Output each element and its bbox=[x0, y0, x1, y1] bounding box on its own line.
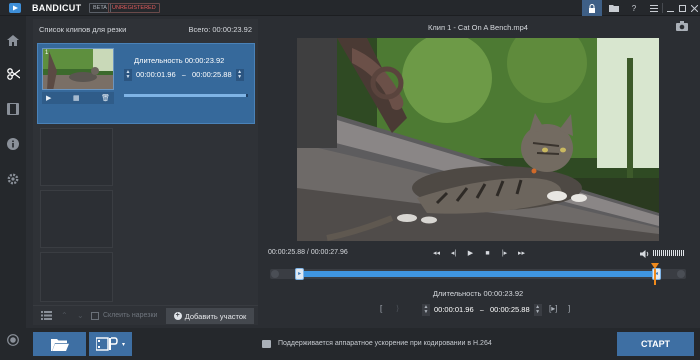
list-settings-icon[interactable] bbox=[41, 311, 52, 322]
player-panel: Клип 1 - Cat On A Bench.mp4 00:00:25.88 … bbox=[264, 19, 692, 325]
app-logo-icon bbox=[9, 3, 21, 13]
clip-time-range: ▲ ▼ 00:00:01.96 ~ 00:00:25.88 ▲ ▼ bbox=[124, 69, 244, 81]
output-format-button[interactable]: ▾ bbox=[89, 332, 132, 356]
thumbnail-controls: ▶ ▦ 🗑 bbox=[42, 92, 114, 104]
settings-icon[interactable] bbox=[5, 171, 21, 187]
menu-icon[interactable] bbox=[644, 0, 664, 16]
clip-thumbnail[interactable]: 1 bbox=[42, 48, 114, 90]
film-icon[interactable] bbox=[5, 101, 21, 117]
timeline-track[interactable]: ▸ ◂ bbox=[270, 263, 686, 285]
bottom-bar: ▾ Поддерживается аппаратное ускорение пр… bbox=[26, 328, 700, 360]
dropdown-arrow-icon: ▾ bbox=[121, 341, 125, 348]
playback-controls: ◂◂ ◂| ▶ ■ |▸ ▸▸ bbox=[432, 247, 526, 259]
start-stepper[interactable]: ▲ ▼ bbox=[124, 69, 132, 81]
go-to-end-icon[interactable]: ▸▸ bbox=[517, 247, 526, 259]
timeline-end-cap bbox=[677, 270, 685, 278]
play-icon[interactable]: ▶ bbox=[46, 94, 51, 102]
previous-frame-icon[interactable]: ◂| bbox=[449, 247, 458, 259]
folder-open-icon bbox=[50, 338, 69, 351]
player-range-separator: ~ bbox=[479, 305, 485, 315]
hardware-acceleration-hint: Поддерживается аппаратное ускорение при … bbox=[278, 340, 492, 347]
go-to-start-icon[interactable]: ◂◂ bbox=[432, 247, 441, 259]
maximize-icon[interactable] bbox=[676, 0, 688, 16]
volume-slider[interactable] bbox=[653, 250, 684, 256]
clip-list-header: Список клипов для резки Всего: 00:00:23.… bbox=[33, 19, 258, 39]
player-end-field[interactable]: 00:00:25.88 bbox=[486, 304, 534, 316]
player-duration-label: Длительность 00:00:23.92 bbox=[432, 289, 524, 298]
grid-icon[interactable]: ▦ bbox=[73, 94, 80, 102]
jump-start-icon[interactable]: ⟩ bbox=[396, 304, 399, 313]
start-button[interactable]: СТАРТ bbox=[617, 332, 694, 356]
empty-clip-slot bbox=[40, 190, 113, 248]
clip-progress-bar bbox=[124, 94, 248, 97]
clip-list-panel: Список клипов для резки Всего: 00:00:23.… bbox=[33, 19, 258, 325]
player-clip-title: Клип 1 - Cat On A Bench.mp4 bbox=[428, 23, 528, 32]
set-end-icon[interactable]: ] bbox=[568, 304, 570, 313]
move-down-icon[interactable]: ⌄ bbox=[77, 311, 84, 320]
total-duration: Всего: 00:00:23.92 bbox=[188, 25, 252, 34]
clip-end-field[interactable]: 00:00:25.88 bbox=[188, 69, 236, 81]
clip-progress-fill bbox=[124, 94, 246, 97]
clip-list-title: Список клипов для резки bbox=[39, 25, 127, 34]
folder-icon[interactable] bbox=[604, 0, 624, 16]
lock-icon[interactable] bbox=[582, 0, 602, 16]
video-frame[interactable] bbox=[297, 38, 659, 241]
next-frame-icon[interactable]: |▸ bbox=[500, 247, 509, 259]
jump-end-icon[interactable]: [▸] bbox=[549, 304, 557, 313]
player-start-stepper[interactable]: ▲ ▼ bbox=[422, 304, 430, 316]
set-start-icon[interactable]: [ bbox=[380, 304, 382, 313]
playhead-line bbox=[653, 269, 656, 285]
empty-clip-slot bbox=[40, 252, 113, 302]
record-icon[interactable] bbox=[5, 332, 21, 348]
clip-number: 1 bbox=[45, 50, 49, 56]
player-end-stepper[interactable]: ▲ ▼ bbox=[533, 304, 542, 316]
add-segment-label: Добавить участок bbox=[184, 311, 247, 321]
help-icon[interactable]: ? bbox=[624, 0, 644, 16]
clip-duration-label: Длительность 00:00:23.92 bbox=[134, 56, 225, 65]
end-stepper[interactable]: ▲ ▼ bbox=[235, 69, 244, 81]
app-logo-text: BANDICUT bbox=[32, 3, 82, 13]
player-time-display: 00:00:25.88 / 00:00:27.96 bbox=[268, 249, 348, 256]
selection-start-handle[interactable]: ▸ bbox=[295, 268, 305, 280]
timeline-start-cap bbox=[271, 270, 279, 278]
chat-icon bbox=[262, 340, 271, 348]
plus-icon: + bbox=[173, 312, 182, 320]
video-format-icon bbox=[95, 337, 118, 351]
add-segment-button[interactable]: + Добавить участок bbox=[166, 308, 254, 324]
stop-icon[interactable]: ■ bbox=[483, 247, 492, 259]
unregistered-badge[interactable]: UNREGISTERED bbox=[108, 3, 160, 13]
cut-icon[interactable] bbox=[5, 66, 21, 82]
clip-item[interactable]: 1 ▶ ▦ 🗑 Длительность 00:00:23.92 ▲ ▼ 00:0… bbox=[37, 43, 255, 124]
home-icon[interactable] bbox=[5, 32, 21, 48]
merge-label: Склеить нарезки bbox=[103, 312, 158, 319]
minimize-icon[interactable] bbox=[664, 0, 676, 16]
range-separator: ~ bbox=[181, 70, 187, 80]
move-up-icon[interactable]: ⌃ bbox=[61, 311, 68, 320]
title-bar: BANDICUT BETA UNREGISTERED ? bbox=[0, 0, 700, 16]
player-start-field[interactable]: 00:00:01.96 bbox=[430, 304, 478, 316]
clip-list-footer: ⌃ ⌄ Склеить нарезки + Добавить участок bbox=[33, 305, 258, 325]
volume-icon[interactable] bbox=[640, 250, 650, 258]
merge-checkbox[interactable] bbox=[91, 312, 99, 320]
selection-range[interactable] bbox=[299, 271, 657, 277]
clip-start-field[interactable]: 00:00:01.96 bbox=[132, 69, 180, 81]
close-icon[interactable] bbox=[688, 0, 700, 16]
player-time-range: ▲ ▼ 00:00:01.96 ~ 00:00:25.88 ▲ ▼ bbox=[422, 304, 542, 316]
play-icon[interactable]: ▶ bbox=[466, 247, 475, 259]
snapshot-camera-icon[interactable] bbox=[676, 21, 688, 33]
info-icon[interactable] bbox=[5, 136, 21, 152]
trash-icon[interactable]: 🗑 bbox=[101, 94, 110, 102]
empty-clip-slot bbox=[40, 128, 113, 186]
left-nav bbox=[0, 16, 26, 360]
open-file-button[interactable] bbox=[33, 332, 86, 356]
